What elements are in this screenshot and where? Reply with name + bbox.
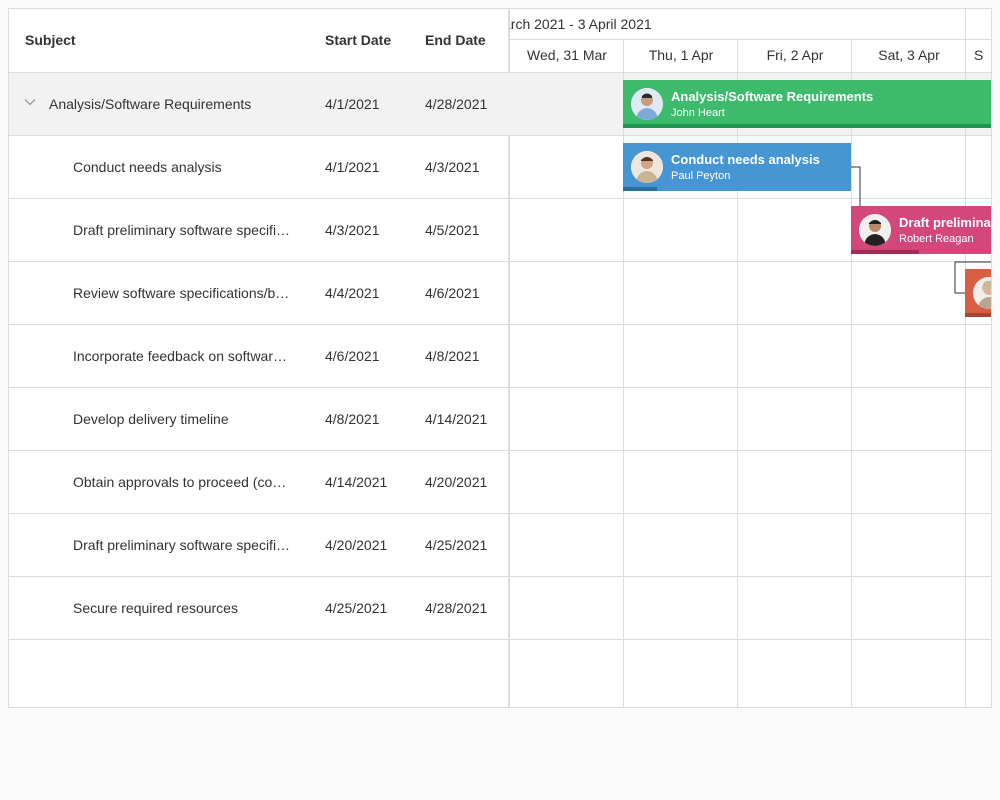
task-subject: Conduct needs analysis <box>73 159 222 175</box>
task-end-date: 4/3/2021 <box>425 159 480 175</box>
day-gridline <box>851 40 852 707</box>
day-header: Fri, 2 Apr <box>766 47 824 63</box>
task-end-date: 4/25/2021 <box>425 537 488 553</box>
task-progress <box>623 124 991 128</box>
user-avatar-icon <box>859 214 891 246</box>
grid-header: Subject Start Date End Date <box>9 9 510 73</box>
task-row[interactable]: Draft preliminary software specifi… 4/3/… <box>9 199 510 262</box>
timeline-range-label: arch 2021 - 3 April 2021 <box>510 16 652 32</box>
task-subject: Draft preliminary software specifi… <box>73 222 291 238</box>
timeline-scale-top: arch 2021 - 3 April 2021 <box>510 9 991 40</box>
row-gridline <box>510 513 991 514</box>
task-subject: Develop delivery timeline <box>73 411 229 427</box>
user-avatar-icon <box>631 88 663 120</box>
task-grid: Subject Start Date End Date Analysis/Sof… <box>9 9 510 707</box>
gantt-chart: Subject Start Date End Date Analysis/Sof… <box>8 8 992 708</box>
task-row[interactable]: Draft preliminary software specifi… 4/20… <box>9 514 510 577</box>
chevron-down-icon[interactable] <box>23 95 37 109</box>
task-row[interactable]: Secure required resources 4/25/2021 4/28… <box>9 577 510 640</box>
task-bar[interactable]: Conduct needs analysis Paul Peyton <box>623 143 851 191</box>
day-header: Wed, 31 Mar <box>527 47 607 63</box>
task-bar[interactable]: Analysis/Software Requirements John Hear… <box>623 80 991 128</box>
task-subject: Analysis/Software Requirements <box>49 96 252 112</box>
task-row[interactable]: Review software specifications/b… 4/4/20… <box>9 262 510 325</box>
timeline-panel: arch 2021 - 3 April 2021 Wed, 31 Mar Thu… <box>510 9 991 707</box>
day-gridline <box>623 40 624 707</box>
row-gridline <box>510 261 991 262</box>
task-subject: Review software specifications/b… <box>73 285 290 301</box>
task-row[interactable]: Analysis/Software Requirements 4/1/2021 … <box>9 73 510 136</box>
row-gridline <box>510 135 991 136</box>
task-start-date: 4/14/2021 <box>325 474 388 490</box>
task-bar-title: Analysis/Software Requirements <box>671 89 874 104</box>
task-row[interactable]: Develop delivery timeline 4/8/2021 4/14/… <box>9 388 510 451</box>
task-subject: Obtain approvals to proceed (co… <box>73 474 287 490</box>
task-progress <box>851 250 919 254</box>
task-row[interactable]: Obtain approvals to proceed (co… 4/14/20… <box>9 451 510 514</box>
task-end-date: 4/5/2021 <box>425 222 480 238</box>
day-gridline <box>737 40 738 707</box>
task-subject: Draft preliminary software specifi… <box>73 537 291 553</box>
task-subject: Secure required resources <box>73 600 238 616</box>
task-end-date: 4/28/2021 <box>425 600 488 616</box>
user-avatar-icon <box>973 277 991 309</box>
task-row[interactable]: Incorporate feedback on softwar… 4/6/202… <box>9 325 510 388</box>
task-start-date: 4/8/2021 <box>325 411 380 427</box>
task-end-date: 4/6/2021 <box>425 285 480 301</box>
row-gridline <box>510 324 991 325</box>
task-progress <box>623 187 657 191</box>
row-gridline <box>510 450 991 451</box>
task-bar[interactable] <box>965 269 991 317</box>
task-start-date: 4/1/2021 <box>325 159 380 175</box>
row-gridline <box>510 387 991 388</box>
column-header-subject[interactable]: Subject <box>25 9 76 72</box>
day-header: Thu, 1 Apr <box>648 47 714 63</box>
task-start-date: 4/3/2021 <box>325 222 380 238</box>
task-subject: Incorporate feedback on softwar… <box>73 348 288 364</box>
task-bar-resource: Robert Reagan <box>899 233 974 245</box>
user-avatar-icon <box>631 151 663 183</box>
task-start-date: 4/6/2021 <box>325 348 380 364</box>
row-gridline <box>510 639 991 640</box>
task-bar-resource: John Heart <box>671 107 725 119</box>
day-header: Sat, 3 Apr <box>878 47 940 63</box>
timeline-scale-days: Wed, 31 Mar Thu, 1 Apr Fri, 2 Apr Sat, 3… <box>510 40 991 73</box>
task-row[interactable]: Conduct needs analysis 4/1/2021 4/3/2021 <box>9 136 510 199</box>
task-start-date: 4/25/2021 <box>325 600 388 616</box>
task-bar-title: Conduct needs analysis <box>671 152 820 167</box>
task-bar[interactable]: Draft preliminary software specification… <box>851 206 991 254</box>
task-end-date: 4/14/2021 <box>425 411 488 427</box>
task-end-date: 4/8/2021 <box>425 348 480 364</box>
task-bar-title: Draft preliminary software specification… <box>899 215 991 230</box>
column-header-end-date[interactable]: End Date <box>425 9 486 72</box>
row-gridline <box>510 576 991 577</box>
task-progress <box>965 313 991 317</box>
task-start-date: 4/4/2021 <box>325 285 380 301</box>
row-gridline <box>510 198 991 199</box>
task-start-date: 4/1/2021 <box>325 96 380 112</box>
task-end-date: 4/28/2021 <box>425 96 488 112</box>
task-start-date: 4/20/2021 <box>325 537 388 553</box>
task-end-date: 4/20/2021 <box>425 474 488 490</box>
column-header-start-date[interactable]: Start Date <box>325 9 391 72</box>
task-bar-resource: Paul Peyton <box>671 170 731 182</box>
day-header: S <box>974 47 984 63</box>
